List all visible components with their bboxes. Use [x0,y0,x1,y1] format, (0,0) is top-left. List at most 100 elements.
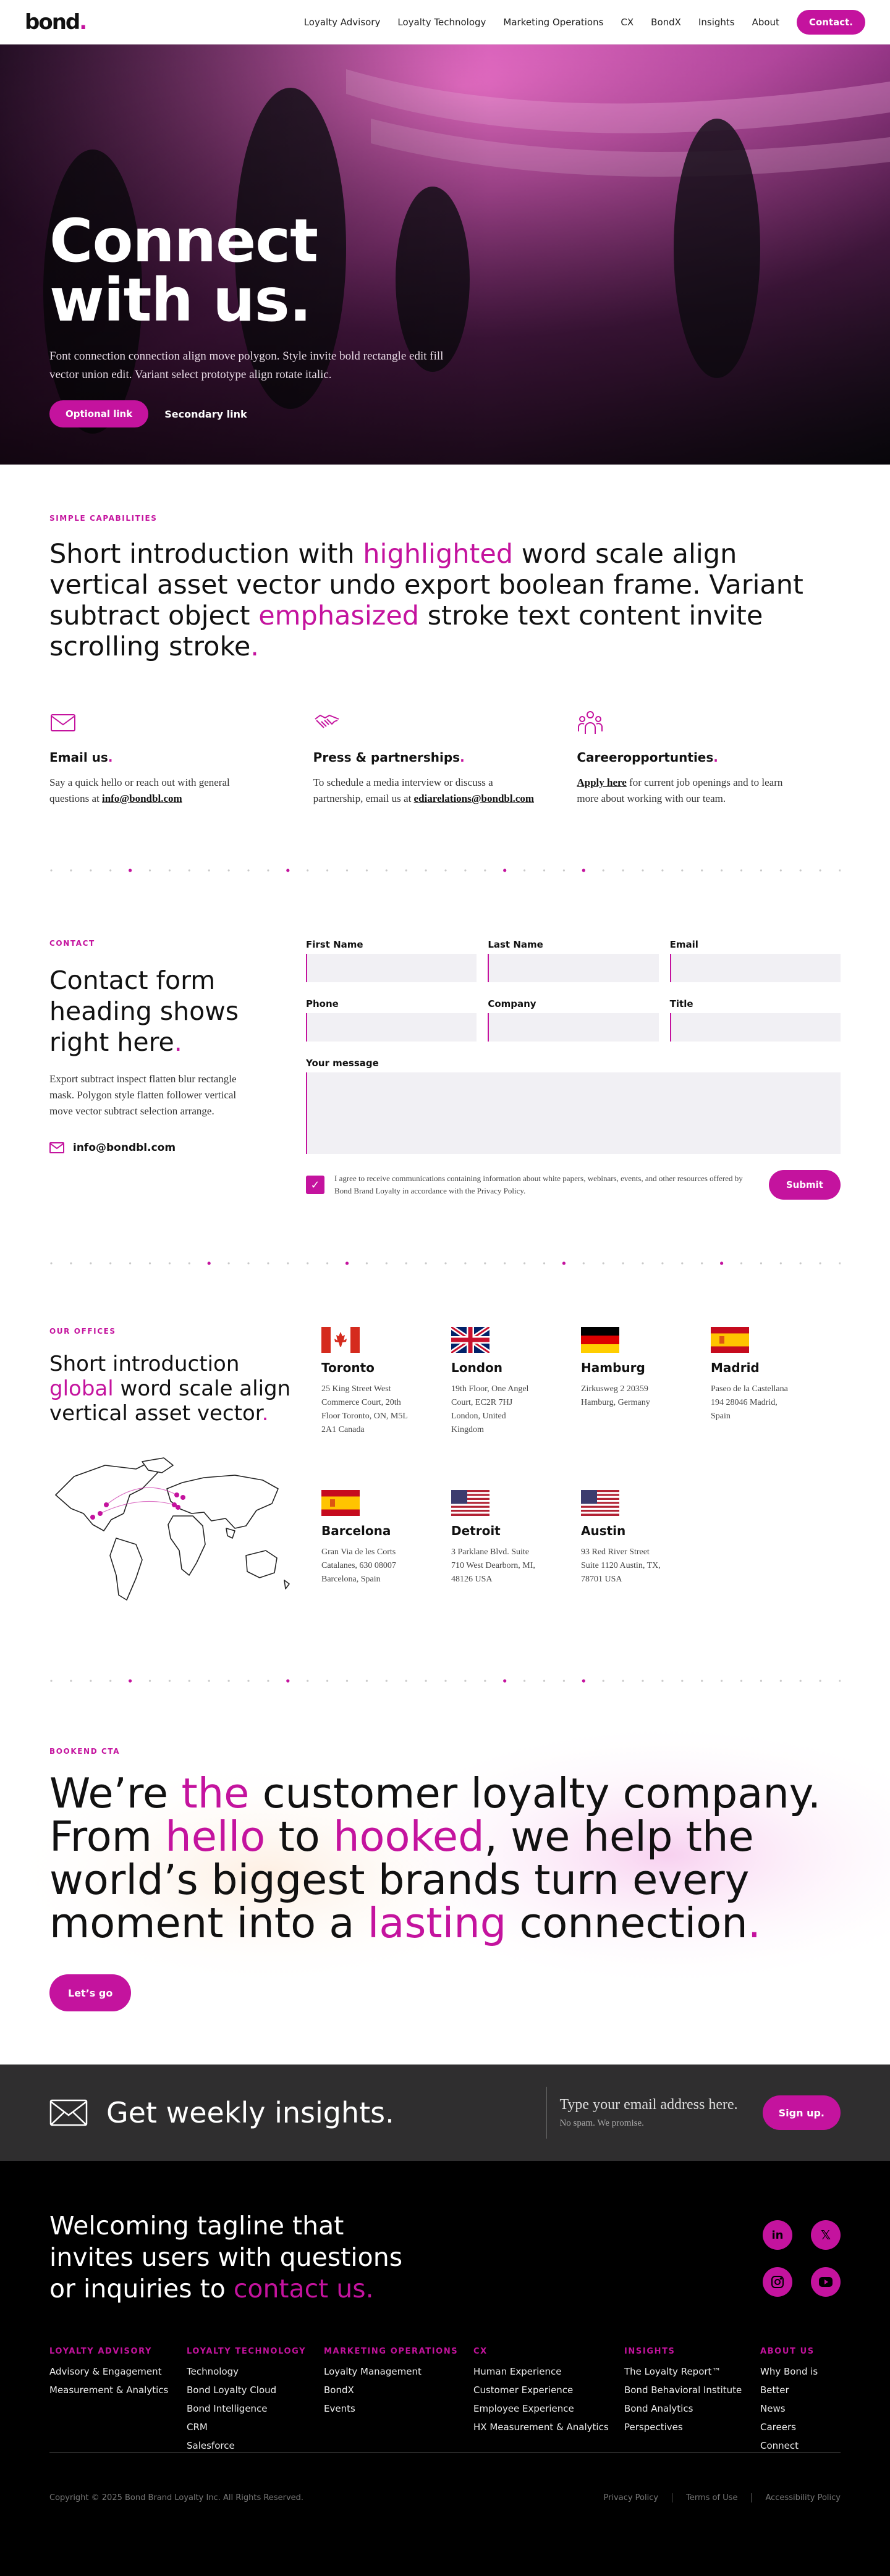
nav-links: Loyalty Advisory Loyalty Technology Mark… [304,9,865,35]
press-card-link[interactable]: ediarelations@bondbl.com [414,793,535,804]
divider-dot [839,1680,841,1682]
footer-link[interactable]: CRM [187,2418,324,2436]
footer-link[interactable]: Bond Intelligence [187,2399,324,2418]
newsletter-email-input[interactable]: Type your email address here. No spam. W… [546,2087,738,2139]
footer-link[interactable]: Customer Experience [473,2381,624,2399]
divider-dot [464,869,467,872]
hero-content: Connect with us. Font connection connecti… [49,211,445,427]
footer-bottom: Copyright © 2025 Bond Brand Loyalty Inc.… [49,2493,841,2502]
divider-dot [642,1680,644,1682]
divider-dot [464,1680,467,1682]
newsletter-placeholder: Type your email address here. [559,2097,738,2113]
message-field[interactable] [306,1072,841,1154]
divider-dot [819,869,821,872]
press-card-text: To schedule a media interview or discuss… [313,777,535,804]
contact-us-link[interactable]: contact us. [234,2274,374,2304]
apply-here-link[interactable]: Apply here [577,777,626,788]
footer-link[interactable]: Advisory & Engagement [49,2362,187,2381]
email-card-title: Email us. [49,750,113,765]
nav-item-cx[interactable]: CX [621,17,634,28]
youtube-icon[interactable] [811,2267,841,2297]
divider-dot [129,1262,132,1265]
office-grid: Toronto 25 King Street West Commerce Cou… [321,1327,841,1615]
footer-divider [49,2452,841,2453]
nav-item-bondx[interactable]: BondX [651,17,681,28]
accessibility-policy-link[interactable]: Accessibility Policy [751,2493,841,2502]
first-name-field[interactable] [306,954,477,982]
instagram-icon[interactable] [763,2267,792,2297]
footer-link[interactable]: Careers [760,2418,841,2436]
footer-link[interactable]: The Loyalty Report™ [624,2362,760,2381]
footer-link[interactable]: Bond Analytics [624,2399,760,2418]
divider-dot [602,1680,604,1682]
footer-link[interactable]: Events [324,2399,473,2418]
x-icon[interactable]: 𝕏 [811,2220,841,2250]
secondary-link[interactable]: Secondary link [164,408,247,420]
people-icon [578,711,603,734]
company-field[interactable] [488,1013,659,1042]
divider-dot [760,869,762,872]
privacy-policy-link[interactable]: Privacy Policy [590,2493,672,2502]
divider-dot [444,1262,447,1265]
bond-logo[interactable]: bond. [25,10,87,35]
nav-item-loyalty-technology[interactable]: Loyalty Technology [397,17,486,28]
divider-dot [109,869,112,872]
footer-link[interactable]: News [760,2399,841,2418]
footer-link[interactable]: Technology [187,2362,324,2381]
contact-form: First Name Last Name Email Phone Company… [306,939,841,1200]
bookend-cta: BOOKEND CTA We’re the customer loyalty c… [0,1683,890,2065]
divider-dot [307,1680,309,1682]
divider-dot [109,1262,112,1265]
contact-button[interactable]: Contact. [796,9,865,35]
divider-dot [287,1262,289,1265]
email-card-link[interactable]: info@bondbl.com [102,793,182,804]
phone-field[interactable] [306,1013,477,1042]
footer-col-title: LOYALTY TECHNOLOGY [187,2347,307,2356]
divider-dot [168,869,171,872]
last-name-label: Last Name [488,939,543,950]
first-name-label: First Name [306,939,363,950]
sign-up-button[interactable]: Sign up. [762,2095,841,2130]
nav-item-marketing-operations[interactable]: Marketing Operations [503,17,603,28]
divider-dot [207,1261,211,1265]
footer-link[interactable]: Perspectives [624,2418,760,2436]
submit-button[interactable]: Submit [768,1170,841,1200]
consent-checkbox[interactable]: ✓ [306,1176,324,1194]
linkedin-icon[interactable]: in [763,2220,792,2250]
footer-columns: LOYALTY ADVISORY Advisory & Engagement M… [49,2347,841,2455]
nav-item-insights[interactable]: Insights [698,17,735,28]
office-toronto: Toronto 25 King Street West Commerce Cou… [321,1327,451,1465]
nav-item-loyalty-advisory[interactable]: Loyalty Advisory [304,17,381,28]
footer-link[interactable]: Employee Experience [473,2399,624,2418]
optional-link-button[interactable]: Optional link [49,400,149,427]
divider-dot [819,1262,821,1265]
footer-link[interactable]: Why Bond is Better [760,2362,841,2399]
footer-link[interactable]: Bond Behavioral Institute [624,2381,760,2399]
divider-dot [602,1262,604,1265]
phone-label: Phone [306,998,339,1009]
footer-col-loyalty-technology: LOYALTY TECHNOLOGY Technology Bond Loyal… [187,2347,324,2455]
footer-link[interactable]: Measurement & Analytics [49,2381,187,2399]
terms-of-use-link[interactable]: Terms of Use [672,2493,751,2502]
lets-go-button[interactable]: Let’s go [49,1974,132,2011]
office-city: Hamburg [581,1360,645,1375]
newsletter-note: No spam. We promise. [559,2118,644,2128]
footer-link[interactable]: BondX [324,2381,473,2399]
footer-link[interactable]: Bond Loyalty Cloud [187,2381,324,2399]
last-name-field[interactable] [488,954,659,982]
divider-dot [701,1680,703,1682]
divider-dot [286,1679,290,1683]
divider-dot [385,1680,388,1682]
footer-link[interactable]: Human Experience [473,2362,624,2381]
divider-dot [681,1262,684,1265]
nav-item-about[interactable]: About [752,17,779,28]
message-label: Your message [306,1058,379,1069]
footer-link[interactable]: HX Measurement & Analytics [473,2418,624,2436]
email-field[interactable] [669,954,841,982]
title-field[interactable] [669,1013,841,1042]
consent-text: I agree to receive communications contai… [334,1174,743,1195]
divider-dot [543,869,546,872]
footer-link[interactable]: Loyalty Management [324,2362,473,2381]
contact-email[interactable]: info@bondbl.com [49,1142,306,1154]
germany-flag-icon [581,1327,619,1353]
